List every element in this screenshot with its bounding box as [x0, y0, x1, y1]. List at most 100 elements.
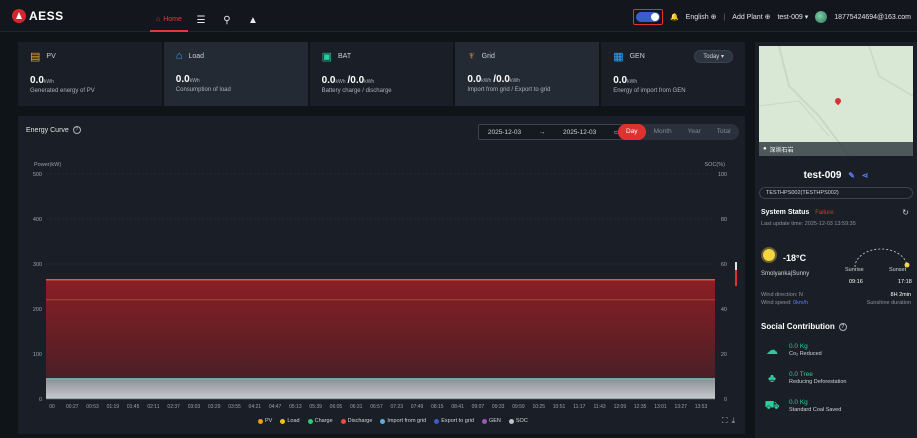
fullscreen-icon[interactable]: ⛶: [722, 416, 728, 426]
legend-label: Discharge: [347, 418, 373, 424]
social-co2: ☁ 0.0 Kg Co₂ Reduced: [763, 338, 913, 362]
language-selector[interactable]: English ⊕: [686, 13, 717, 21]
x-tick-label: 11:17: [573, 404, 585, 410]
card-bat-unit1: kWh: [335, 79, 346, 85]
plant-info-panel: ● 深圳石岩 test-009 ✎ ⋖ TESTHPS002(TESTHPS00…: [755, 42, 917, 438]
x-tick-label: 13:27: [674, 404, 687, 410]
avatar[interactable]: [815, 11, 828, 23]
social-contribution-title: Social Contribution ?: [761, 322, 847, 331]
x-tick-label: 06:05: [330, 404, 343, 410]
legend-dot: [340, 418, 346, 424]
x-tick-label: 09:59: [512, 404, 525, 410]
theme-toggle[interactable]: [635, 12, 660, 22]
divider: |: [723, 13, 726, 21]
legend-item-import-from-grid[interactable]: Import from grid: [380, 418, 426, 424]
date-range-picker[interactable]: 2025-12-03 → 2025-12-03 ▭: [478, 124, 630, 140]
energy-curve-panel: Energy Curve ? 2025-12-03 → 2025-12-03 ▭…: [18, 116, 745, 434]
card-pv-value: 0.0: [30, 75, 44, 86]
x-tick-label: 09:33: [492, 404, 505, 410]
legend-item-charge[interactable]: Charge: [307, 418, 333, 424]
tree-icon: ♣: [768, 371, 776, 385]
generator-icon: ▦: [613, 51, 624, 63]
plant-map[interactable]: ● 深圳石岩: [759, 46, 913, 156]
chart-tools: ⛶ ⤓: [722, 416, 735, 426]
wind-speed-value: 0km/h: [793, 300, 809, 306]
plant-selector[interactable]: test-009 ▾: [777, 13, 808, 21]
tab-year[interactable]: Year: [680, 124, 709, 140]
legend-label: PV: [265, 418, 273, 424]
energy-curve-title: Energy Curve ?: [26, 126, 81, 134]
legend-item-export-to-grid[interactable]: Export to grid: [434, 418, 474, 424]
sunshine-duration-label: Sunshine duration: [866, 300, 911, 306]
nav-list-icon[interactable]: ☰: [188, 8, 214, 32]
sun-arc: [854, 248, 910, 268]
card-pv[interactable]: ▤ PV 0.0kWh Generated energy of PV: [18, 42, 162, 106]
cloud-icon: ☁: [766, 343, 778, 357]
date-end: 2025-12-03: [563, 128, 597, 136]
edit-icon[interactable]: ✎: [848, 171, 855, 180]
house-icon: ⌂: [175, 50, 183, 62]
legend-dot: [307, 418, 313, 424]
co2-value: 0.0 Kg: [789, 343, 808, 350]
today-label: Today: [703, 54, 720, 60]
x-tick-label: 06:57: [370, 404, 383, 410]
tab-total[interactable]: Total: [709, 124, 739, 140]
card-load[interactable]: ⌂ Load 0.0kWh Consumption of load: [163, 42, 308, 106]
bell-icon[interactable]: 🔔: [670, 13, 679, 21]
nav-home[interactable]: ⌂ Home: [150, 8, 188, 32]
sunrise-label: Sunrise: [845, 267, 864, 273]
x-tick-label: 06:31: [350, 404, 363, 410]
plant-name: test-009 ✎ ⋖: [755, 170, 917, 181]
card-grid[interactable]: ♆ Grid 0.0kWh/0.0kWh Import from grid / E…: [455, 42, 600, 106]
sun-icon: [763, 249, 775, 261]
trees-value: 0.0 Tree: [789, 371, 813, 378]
legend-item-discharge[interactable]: Discharge: [340, 418, 373, 424]
chart-scroll-indicator[interactable]: [735, 262, 737, 286]
card-bat[interactable]: ▣ BAT 0.0kWh/0.0kWh Battery charge / disc…: [309, 42, 454, 106]
refresh-icon[interactable]: ↻: [902, 208, 909, 217]
tab-month[interactable]: Month: [646, 124, 680, 140]
x-tick-label: 10:51: [553, 404, 566, 410]
map-location-label: ● 深圳石岩: [759, 142, 913, 156]
device-sn[interactable]: TESTHPS002(TESTHPS002): [759, 187, 913, 199]
card-pv-desc: Generated energy of PV: [30, 88, 95, 94]
logo-text: AESS: [29, 9, 64, 23]
temperature: -18°C: [783, 253, 807, 263]
legend-label: SOC: [515, 418, 528, 424]
today-dropdown[interactable]: Today ▾: [694, 50, 733, 63]
social-title-text: Social Contribution: [761, 322, 835, 331]
x-tick-label: 11:43: [594, 404, 606, 410]
sunshine-duration-value: 8H 2min: [890, 292, 911, 298]
info-icon[interactable]: ?: [72, 126, 81, 134]
nav-location-icon[interactable]: ⚲: [214, 8, 240, 32]
card-bat-desc: Battery charge / discharge: [321, 88, 392, 94]
card-bat-name: BAT: [338, 53, 352, 60]
x-tick-label: 08:15: [431, 404, 444, 410]
sunset-time: 17:18: [898, 279, 912, 285]
card-grid-unit1: kWh: [481, 78, 492, 84]
x-tick-label: 05:13: [289, 404, 302, 410]
nav-alarm-icon[interactable]: ▲: [240, 8, 266, 32]
last-update-time: Last update time: 2025-12-03 13:59:35: [761, 221, 856, 227]
location-icon: ●: [763, 146, 767, 152]
y-tick-right: 60: [721, 262, 727, 268]
add-plant-button[interactable]: Add Plant ⊕: [732, 13, 770, 21]
logo[interactable]: AESS: [12, 9, 64, 23]
card-pv-name: PV: [46, 53, 56, 60]
y-tick-left: 200: [33, 307, 42, 313]
account-name[interactable]: 18775424694@163.com: [834, 14, 911, 21]
legend-item-gen[interactable]: GEN: [481, 418, 501, 424]
legend-dot: [508, 418, 514, 424]
share-icon[interactable]: ⋖: [862, 171, 869, 180]
y-axis-left-label: Power(kW): [34, 162, 61, 168]
legend-item-soc[interactable]: SOC: [508, 418, 528, 424]
date-separator: →: [538, 128, 546, 136]
social-info-icon[interactable]: ?: [838, 322, 847, 331]
add-plant-label: Add Plant: [732, 14, 763, 21]
legend-item-pv[interactable]: PV: [258, 418, 272, 424]
card-gen[interactable]: ▦ GEN 0.0kWh Energy of import from GEN To…: [601, 42, 745, 106]
date-start: 2025-12-03: [487, 128, 522, 136]
download-icon[interactable]: ⤓: [731, 416, 735, 426]
tab-day[interactable]: Day: [618, 124, 646, 140]
legend-item-load[interactable]: Load: [280, 418, 300, 424]
